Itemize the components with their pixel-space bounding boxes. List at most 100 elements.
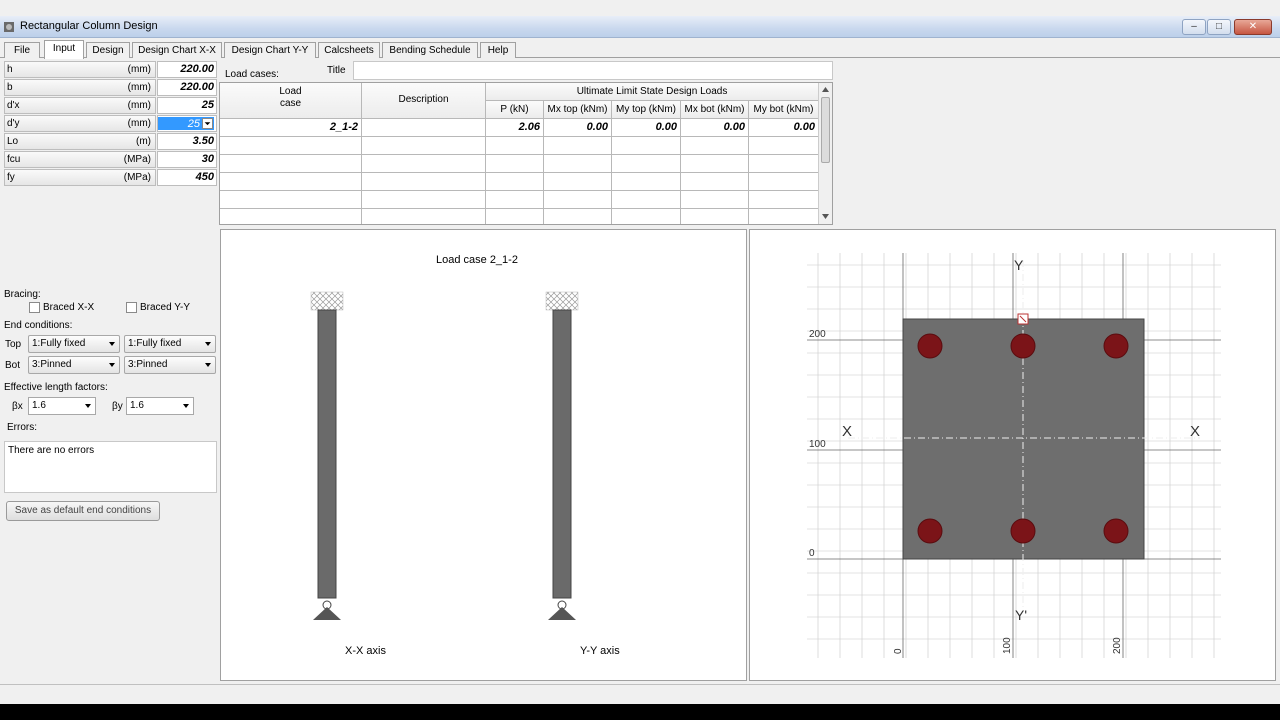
table-cell[interactable] <box>749 155 819 173</box>
prop-value-dx[interactable]: 25 <box>157 97 217 114</box>
table-cell[interactable] <box>362 155 486 173</box>
table-cell[interactable] <box>681 155 749 173</box>
load-cases-table: Load case Description Ultimate Limit Sta… <box>219 82 833 225</box>
tab-calcsheets[interactable]: Calcsheets <box>318 42 380 58</box>
table-cell[interactable] <box>362 191 486 209</box>
tick-label-y: 200 <box>809 329 826 340</box>
tab-design-chart-xx[interactable]: Design Chart X-X <box>132 42 222 58</box>
cell-description[interactable] <box>362 119 486 137</box>
cell-p[interactable]: 2.06 <box>486 119 544 137</box>
rebar <box>1103 333 1129 359</box>
rebar <box>917 518 943 544</box>
table-scrollbar[interactable] <box>818 83 832 224</box>
col-header-mx-top: Mx top (kNm) <box>544 101 612 119</box>
table-cell[interactable] <box>362 137 486 155</box>
prop-row-fcu: fcu (MPa) 30 <box>4 151 217 168</box>
errors-label: Errors: <box>7 422 37 433</box>
table-cell[interactable] <box>749 209 819 224</box>
table-cell[interactable] <box>486 209 544 224</box>
table-cell[interactable] <box>486 191 544 209</box>
bot-y-select[interactable]: 3:Pinned <box>124 356 216 374</box>
scroll-down-icon[interactable] <box>821 212 830 221</box>
app-icon <box>4 22 14 32</box>
table-cell[interactable] <box>681 191 749 209</box>
table-cell[interactable] <box>544 191 612 209</box>
axis-label-x-right: X <box>1190 423 1200 440</box>
prop-label: h <box>7 64 13 75</box>
table-cell[interactable] <box>544 209 612 224</box>
prop-value-lo[interactable]: 3.50 <box>157 133 217 150</box>
select-value: 3:Pinned <box>32 359 72 370</box>
table-cell[interactable] <box>486 173 544 191</box>
chevron-down-icon <box>85 404 91 408</box>
close-button[interactable]: ✕ <box>1234 19 1272 35</box>
table-cell[interactable] <box>749 137 819 155</box>
prop-row-b: b (mm) 220.00 <box>4 79 217 96</box>
table-cell[interactable] <box>544 137 612 155</box>
prop-value-fcu[interactable]: 30 <box>157 151 217 168</box>
prop-value-h[interactable]: 220.00 <box>157 61 217 78</box>
cell-mx-top[interactable]: 0.00 <box>544 119 612 137</box>
maximize-button[interactable]: □ <box>1207 19 1231 35</box>
scroll-thumb[interactable] <box>821 97 830 163</box>
prop-row-dx: d'x (mm) 25 <box>4 97 217 114</box>
table-cell[interactable] <box>486 137 544 155</box>
tab-input[interactable]: Input <box>44 40 84 59</box>
prop-label: d'y <box>7 118 20 129</box>
table-cell[interactable] <box>749 173 819 191</box>
table-cell[interactable] <box>612 173 681 191</box>
table-cell[interactable] <box>681 209 749 224</box>
cell-mx-bot[interactable]: 0.00 <box>681 119 749 137</box>
table-cell[interactable] <box>220 137 362 155</box>
scroll-up-icon[interactable] <box>821 85 830 94</box>
tab-bending-schedule[interactable]: Bending Schedule <box>382 42 478 58</box>
table-cell[interactable] <box>362 209 486 224</box>
cell-load-case[interactable]: 2_1-2 <box>220 119 362 137</box>
axis-label-y-bottom: Y' <box>1015 607 1027 623</box>
table-cell[interactable] <box>486 155 544 173</box>
tab-design[interactable]: Design <box>86 42 130 58</box>
tab-file[interactable]: File <box>4 42 40 58</box>
braced-y-checkbox[interactable] <box>126 302 137 313</box>
yy-column <box>545 291 579 620</box>
table-cell[interactable] <box>220 155 362 173</box>
prop-value-fy[interactable]: 450 <box>157 169 217 186</box>
axis-label-y-top: Y <box>1014 257 1024 273</box>
table-cell[interactable] <box>612 191 681 209</box>
table-cell[interactable] <box>681 137 749 155</box>
prop-unit: (mm) <box>127 118 151 129</box>
table-cell[interactable] <box>612 155 681 173</box>
title-input[interactable] <box>353 61 833 80</box>
title-bar: Rectangular Column Design – □ ✕ <box>0 16 1280 38</box>
by-select[interactable]: 1.6 <box>126 397 194 415</box>
top-x-select[interactable]: 1:Fully fixed <box>28 335 120 353</box>
table-cell[interactable] <box>544 173 612 191</box>
table-cell[interactable] <box>612 137 681 155</box>
table-cell[interactable] <box>681 173 749 191</box>
prop-value-dy[interactable]: 25 <box>157 115 217 132</box>
prop-row-h: h (mm) 220.00 <box>4 61 217 78</box>
tab-design-chart-yy[interactable]: Design Chart Y-Y <box>224 42 316 58</box>
chevron-down-icon[interactable] <box>202 118 213 129</box>
tab-help[interactable]: Help <box>480 42 516 58</box>
bx-select[interactable]: 1.6 <box>28 397 96 415</box>
prop-value-b[interactable]: 220.00 <box>157 79 217 96</box>
table-cell[interactable] <box>220 209 362 224</box>
table-cell[interactable] <box>220 191 362 209</box>
braced-x-checkbox[interactable] <box>29 302 40 313</box>
table-cell[interactable] <box>220 173 362 191</box>
table-cell[interactable] <box>544 155 612 173</box>
save-default-button[interactable]: Save as default end conditions <box>6 501 160 521</box>
top-y-select[interactable]: 1:Fully fixed <box>124 335 216 353</box>
tick-label-x: 0 <box>893 648 904 654</box>
prop-label: d'x <box>7 100 20 111</box>
cell-my-bot[interactable]: 0.00 <box>749 119 819 137</box>
table-cell[interactable] <box>612 209 681 224</box>
effective-length-label: Effective length factors: <box>4 382 108 393</box>
prop-unit: (MPa) <box>123 154 151 165</box>
table-cell[interactable] <box>362 173 486 191</box>
bot-x-select[interactable]: 3:Pinned <box>28 356 120 374</box>
table-cell[interactable] <box>749 191 819 209</box>
cell-my-top[interactable]: 0.00 <box>612 119 681 137</box>
minimize-button[interactable]: – <box>1182 19 1206 35</box>
